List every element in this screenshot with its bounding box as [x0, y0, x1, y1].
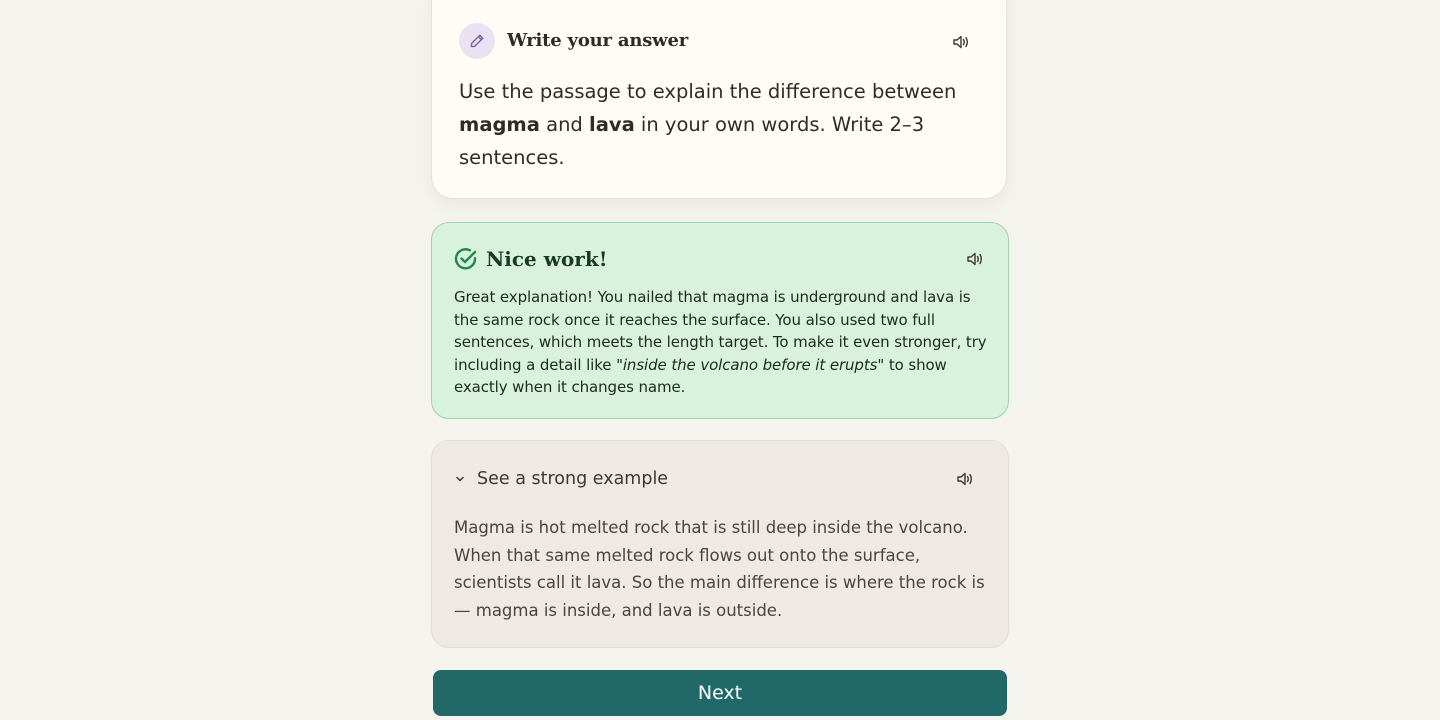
speaker-icon[interactable]	[951, 32, 971, 52]
speaker-icon[interactable]	[965, 249, 985, 269]
prompt-card: Write your answer Use the passage to exp…	[431, 0, 1007, 199]
feedback-card: Nice work! Great explanation! You nailed…	[431, 222, 1009, 419]
prompt-text: Use the passage to explain the differenc…	[459, 80, 957, 169]
next-button[interactable]: Next	[433, 670, 1007, 716]
check-circle-icon	[454, 247, 478, 271]
prompt-title: Write your answer	[507, 30, 688, 51]
feedback-quote: "inside the volcano before it erupts"	[616, 355, 885, 374]
feedback-text: Great explanation! You nailed that magma…	[454, 288, 987, 396]
example-toggle-button[interactable]: See a strong example	[454, 465, 668, 493]
term-magma: magma	[459, 113, 540, 136]
example-toggle-label: See a strong example	[477, 469, 669, 489]
pencil-icon	[459, 23, 495, 59]
example-card: See a strong example Magma is hot melted…	[431, 440, 1009, 648]
term-lava: lava	[589, 113, 635, 136]
example-text: Magma is hot melted rock that is still d…	[454, 518, 985, 620]
feedback-title: Nice work!	[486, 247, 608, 271]
speaker-icon[interactable]	[955, 469, 975, 489]
chevron-down-icon	[454, 473, 466, 485]
